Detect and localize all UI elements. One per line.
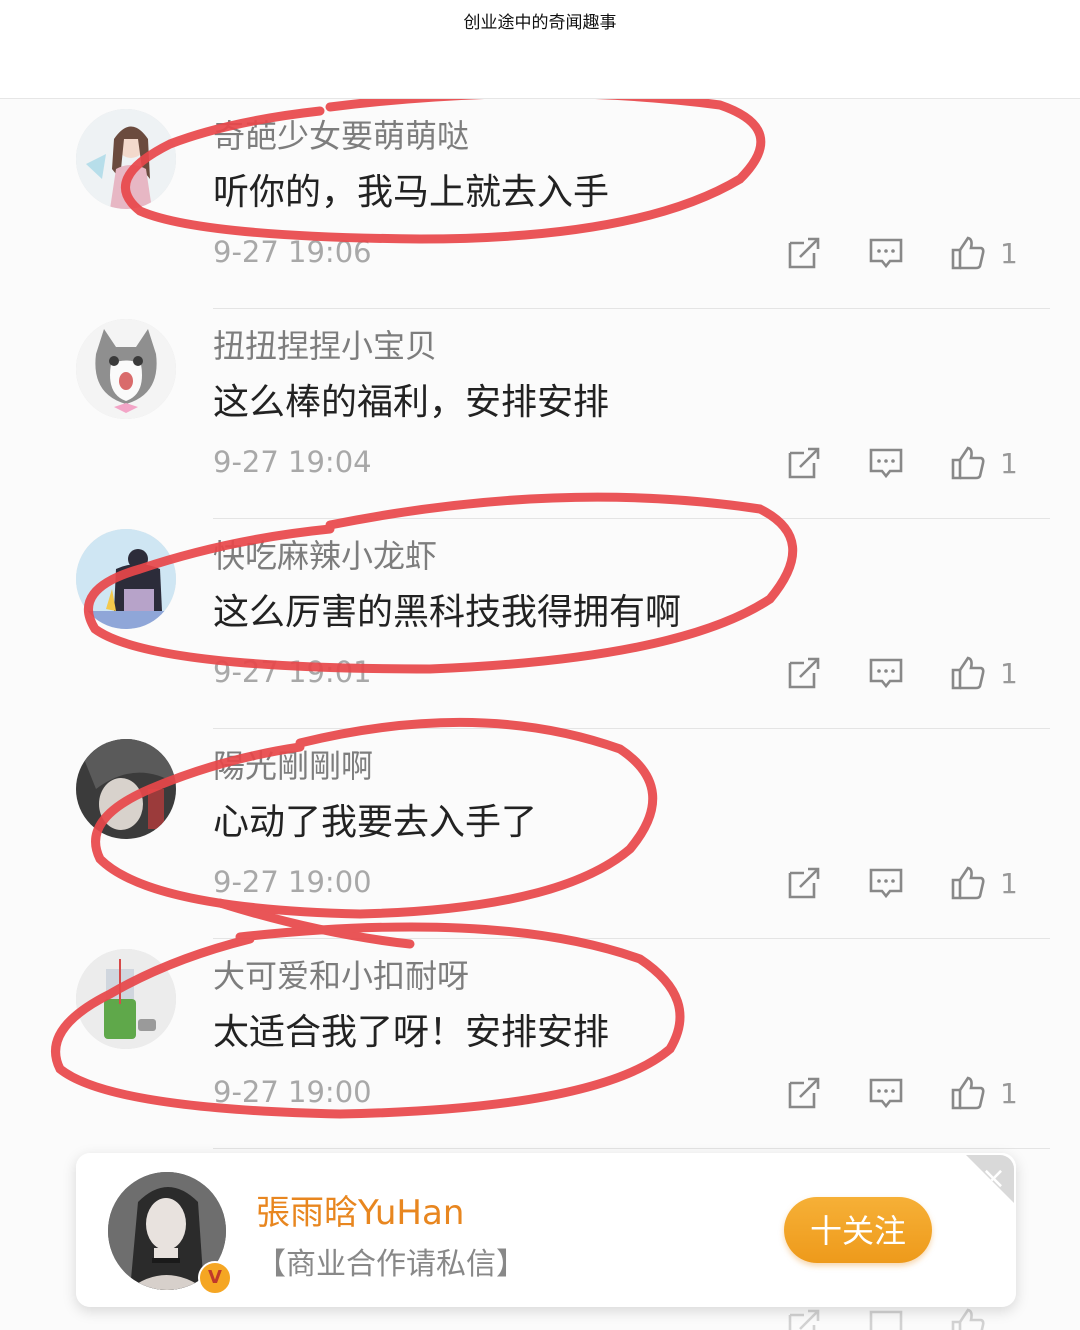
- bottle-avatar-icon: [76, 949, 176, 1049]
- comment-username[interactable]: 快吃麻辣小龙虾: [213, 531, 437, 577]
- comment-username[interactable]: 奇葩少女要萌萌哒: [213, 111, 469, 157]
- like-icon[interactable]: [950, 445, 986, 481]
- comment-text: 心动了我要去入手了: [213, 802, 538, 843]
- card-description: 【商业合作请私信】: [256, 1247, 526, 1282]
- comment-icon[interactable]: [868, 865, 904, 901]
- comment-icon[interactable]: [868, 445, 904, 481]
- comment-item: 快吃麻辣小龙虾 这么厉害的黑科技我得拥有啊 9-27 19:01 1: [0, 519, 1080, 729]
- comment-text: 听你的，我马上就去入手: [213, 172, 610, 213]
- share-icon: [786, 1307, 822, 1330]
- comment-item: 扭扭捏捏小宝贝 这么棒的福利，安排安排 9-27 19:04 1: [0, 309, 1080, 519]
- comment-text: 这么棒的福利，安排安排: [213, 382, 610, 423]
- cat-avatar-icon: [76, 319, 176, 419]
- comment-item: 奇葩少女要萌萌哒 听你的，我马上就去入手 9-27 19:06 1: [0, 99, 1080, 309]
- like-icon[interactable]: [950, 655, 986, 691]
- page-title: 创业途中的奇闻趣事: [463, 13, 617, 33]
- comment-text: 太适合我了呀！安排安排: [213, 1012, 610, 1053]
- cartoon-avatar-icon: [76, 529, 176, 629]
- share-icon[interactable]: [786, 1075, 822, 1111]
- page-header: 创业途中的奇闻趣事: [0, 0, 1080, 99]
- girl-avatar-icon: [76, 109, 176, 209]
- avatar[interactable]: [76, 949, 176, 1049]
- comment-time: 9-27 19:04: [213, 445, 372, 479]
- comment-time: 9-27 19:01: [213, 655, 372, 689]
- comment-time: 9-27 19:06: [213, 235, 372, 269]
- like-count: 1: [1000, 867, 1018, 900]
- follow-button[interactable]: 十关注: [784, 1197, 932, 1263]
- verified-v-icon: V: [198, 1261, 232, 1295]
- card-username[interactable]: 張雨晗YuHan: [256, 1185, 464, 1234]
- comment-item: 大可爱和小扣耐呀 太适合我了呀！安排安排 9-27 19:00 1: [0, 939, 1080, 1149]
- comment-icon: [868, 1307, 904, 1330]
- follow-card: V 張雨晗YuHan 【商业合作请私信】 十关注 ×: [76, 1153, 1016, 1307]
- comment-icon[interactable]: [868, 1075, 904, 1111]
- comment-icon[interactable]: [868, 655, 904, 691]
- avatar[interactable]: [76, 109, 176, 209]
- avatar[interactable]: [76, 529, 176, 629]
- comment-text: 这么厉害的黑科技我得拥有啊: [213, 592, 682, 633]
- like-count: 1: [1000, 447, 1018, 480]
- comment-username[interactable]: 陽光剛剛啊: [213, 741, 373, 787]
- comment-username[interactable]: 扭扭捏捏小宝贝: [213, 321, 437, 367]
- share-icon[interactable]: [786, 445, 822, 481]
- comment-time: 9-27 19:00: [213, 1075, 372, 1109]
- comment-icon[interactable]: [868, 235, 904, 271]
- avatar[interactable]: [76, 319, 176, 419]
- share-icon[interactable]: [786, 235, 822, 271]
- like-count: 1: [1000, 1077, 1018, 1110]
- like-icon: [950, 1307, 986, 1330]
- portrait-avatar-icon: [76, 739, 176, 839]
- avatar[interactable]: [76, 739, 176, 839]
- like-icon[interactable]: [950, 235, 986, 271]
- comment-screenshot: 奇葩少女要萌萌哒 听你的，我马上就去入手 9-27 19:06 1 扭扭捏捏小宝: [0, 99, 1080, 1330]
- like-count: 1: [1000, 657, 1018, 690]
- comment-time: 9-27 19:00: [213, 865, 372, 899]
- like-icon[interactable]: [950, 865, 986, 901]
- like-count: 1: [1000, 237, 1018, 270]
- comment-username[interactable]: 大可爱和小扣耐呀: [213, 951, 469, 997]
- share-icon[interactable]: [786, 865, 822, 901]
- share-icon[interactable]: [786, 655, 822, 691]
- close-icon[interactable]: ×: [966, 1155, 1014, 1203]
- comment-item: 陽光剛剛啊 心动了我要去入手了 9-27 19:00 1: [0, 729, 1080, 939]
- like-icon[interactable]: [950, 1075, 986, 1111]
